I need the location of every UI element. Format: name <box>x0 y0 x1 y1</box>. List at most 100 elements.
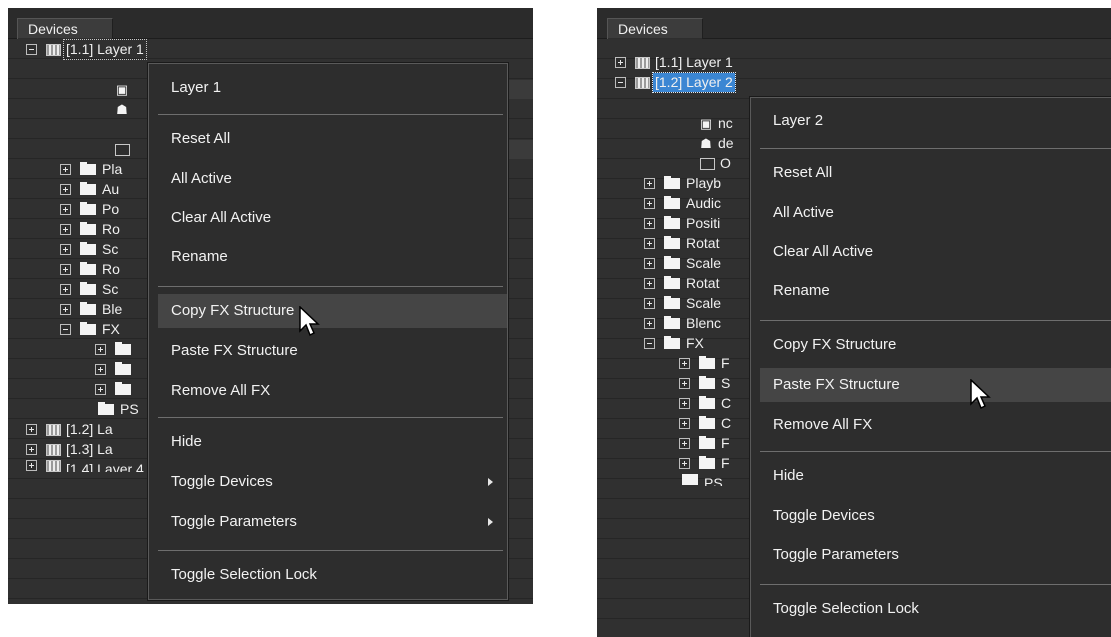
menu-separator <box>760 451 1111 452</box>
tree-row-layer-4[interactable]: [1.4] Layer 4 <box>26 460 144 472</box>
expand-plus-icon[interactable] <box>95 344 106 355</box>
expand-plus-icon[interactable] <box>60 244 71 255</box>
menu-item-reset-all[interactable]: Reset All <box>149 122 507 156</box>
expand-plus-icon[interactable] <box>60 224 71 235</box>
tree-row-ps[interactable]: PS <box>98 400 139 419</box>
menu-item-paste-fx-structure[interactable]: Paste FX Structure <box>760 368 1111 402</box>
tree-row-folder[interactable]: Sc <box>60 240 118 259</box>
expand-plus-icon[interactable] <box>95 384 106 395</box>
expand-plus-icon[interactable] <box>679 378 690 389</box>
tree-row-fx-item[interactable]: S <box>679 374 730 393</box>
tree-row-child[interactable]: O <box>700 154 731 173</box>
expand-plus-icon[interactable] <box>60 164 71 175</box>
tree-row-folder[interactable]: Scale <box>644 294 721 313</box>
devices-tab[interactable]: Devices <box>607 18 703 39</box>
expand-plus-icon[interactable] <box>60 284 71 295</box>
expand-plus-icon[interactable] <box>95 364 106 375</box>
menu-item-copy-fx-structure[interactable]: Copy FX Structure <box>158 294 507 328</box>
tree-row-child[interactable]: ☗ <box>113 100 134 119</box>
tree-row-folder[interactable]: Ble <box>60 300 122 319</box>
expand-plus-icon[interactable] <box>679 438 690 449</box>
expand-plus-icon[interactable] <box>644 258 655 269</box>
collapse-minus-icon[interactable] <box>26 44 37 55</box>
tree-row-folder[interactable]: Au <box>60 180 119 199</box>
menu-item-toggle-devices[interactable]: Toggle Devices <box>149 465 507 499</box>
tree-row-fx-item[interactable]: F <box>679 354 730 373</box>
expand-plus-icon[interactable] <box>679 358 690 369</box>
expand-plus-icon[interactable] <box>679 418 690 429</box>
tree-row-layer-1[interactable]: [1.1] Layer 1 <box>26 39 147 60</box>
tree-row-folder[interactable]: Ro <box>60 220 120 239</box>
menu-item-copy-fx-structure[interactable]: Copy FX Structure <box>751 328 1111 362</box>
tree-row-child[interactable]: ☗ de <box>697 134 733 153</box>
tree-row-fx-item[interactable]: F <box>679 434 730 453</box>
expand-plus-icon[interactable] <box>60 204 71 215</box>
tree-row-folder[interactable]: Scale <box>644 254 721 273</box>
expand-plus-icon[interactable] <box>679 398 690 409</box>
expand-plus-icon[interactable] <box>615 57 626 68</box>
menu-item-toggle-parameters[interactable]: Toggle Parameters <box>149 505 507 539</box>
mouse-cursor-icon <box>299 306 320 337</box>
menu-item-all-active[interactable]: All Active <box>751 196 1111 230</box>
menu-item-remove-all-fx[interactable]: Remove All FX <box>149 374 507 408</box>
expand-plus-icon[interactable] <box>644 318 655 329</box>
menu-item-remove-all-fx[interactable]: Remove All FX <box>751 408 1111 442</box>
menu-item-rename[interactable]: Rename <box>751 274 1111 308</box>
tree-row-child[interactable] <box>115 140 135 159</box>
menu-item-paste-fx-structure[interactable]: Paste FX Structure <box>149 334 507 368</box>
expand-plus-icon[interactable] <box>26 460 37 471</box>
menu-item-clear-all-active[interactable]: Clear All Active <box>751 235 1111 269</box>
expand-plus-icon[interactable] <box>644 298 655 309</box>
tree-row-child[interactable]: ▣ <box>113 80 134 99</box>
tree-row-folder[interactable]: Positi <box>644 214 720 233</box>
tree-row-folder[interactable]: Ro <box>60 260 120 279</box>
tree-row-folder[interactable]: Pla <box>60 160 122 179</box>
devices-tab[interactable]: Devices <box>17 18 113 39</box>
tree-row-fx-item[interactable]: C <box>679 394 731 413</box>
tree-row-folder[interactable]: Rotat <box>644 234 719 253</box>
tree-row-folder[interactable]: Sc <box>60 280 118 299</box>
expand-plus-icon[interactable] <box>60 264 71 275</box>
tree-row-folder[interactable]: Rotat <box>644 274 719 293</box>
expand-plus-icon[interactable] <box>60 304 71 315</box>
tree-row-layer-1[interactable]: [1.1] Layer 1 <box>615 53 733 72</box>
tree-row-fx-item[interactable] <box>95 380 137 399</box>
collapse-minus-icon[interactable] <box>60 324 71 335</box>
menu-item-clear-all-active[interactable]: Clear All Active <box>149 201 507 235</box>
menu-item-hide[interactable]: Hide <box>751 459 1111 493</box>
collapse-minus-icon[interactable] <box>644 338 655 349</box>
expand-plus-icon[interactable] <box>60 184 71 195</box>
tree-row-child[interactable]: ▣ nc <box>697 114 733 133</box>
tree-row-fx-item[interactable]: F <box>679 454 730 473</box>
expand-plus-icon[interactable] <box>644 178 655 189</box>
menu-item-all-active[interactable]: All Active <box>149 162 507 196</box>
tree-row-fx-item[interactable] <box>95 360 137 379</box>
tree-row-layer-3[interactable]: [1.3] La <box>26 440 113 459</box>
tree-row-layer-2[interactable]: [1.2] Layer 2 <box>615 72 736 93</box>
menu-item-toggle-selection-lock[interactable]: Toggle Selection Lock <box>149 558 507 592</box>
tree-row-folder-fx[interactable]: FX <box>644 334 704 353</box>
tree-row-layer-2[interactable]: [1.2] La <box>26 420 113 439</box>
tree-row-folder[interactable]: Po <box>60 200 119 219</box>
menu-item-toggle-selection-lock[interactable]: Toggle Selection Lock <box>751 592 1111 626</box>
menu-item-rename[interactable]: Rename <box>149 240 507 274</box>
tree-row-fx-item[interactable]: C <box>679 414 731 433</box>
expand-plus-icon[interactable] <box>26 444 37 455</box>
expand-plus-icon[interactable] <box>644 238 655 249</box>
expand-plus-icon[interactable] <box>644 198 655 209</box>
tree-row-folder[interactable]: Blenc <box>644 314 721 333</box>
collapse-minus-icon[interactable] <box>615 77 626 88</box>
tree-row-folder[interactable]: Audic <box>644 194 721 213</box>
menu-item-hide[interactable]: Hide <box>149 425 507 459</box>
expand-plus-icon[interactable] <box>644 218 655 229</box>
menu-item-reset-all[interactable]: Reset All <box>751 156 1111 190</box>
expand-plus-icon[interactable] <box>679 458 690 469</box>
menu-item-toggle-parameters[interactable]: Toggle Parameters <box>751 538 1111 572</box>
menu-item-toggle-devices[interactable]: Toggle Devices <box>751 499 1111 533</box>
tree-row-fx-item[interactable] <box>95 340 137 359</box>
tree-row-folder[interactable]: Playb <box>644 174 721 193</box>
expand-plus-icon[interactable] <box>26 424 37 435</box>
tree-row-folder-fx[interactable]: FX <box>60 320 120 339</box>
expand-plus-icon[interactable] <box>644 278 655 289</box>
tree-row-ps[interactable]: PS <box>682 474 723 486</box>
